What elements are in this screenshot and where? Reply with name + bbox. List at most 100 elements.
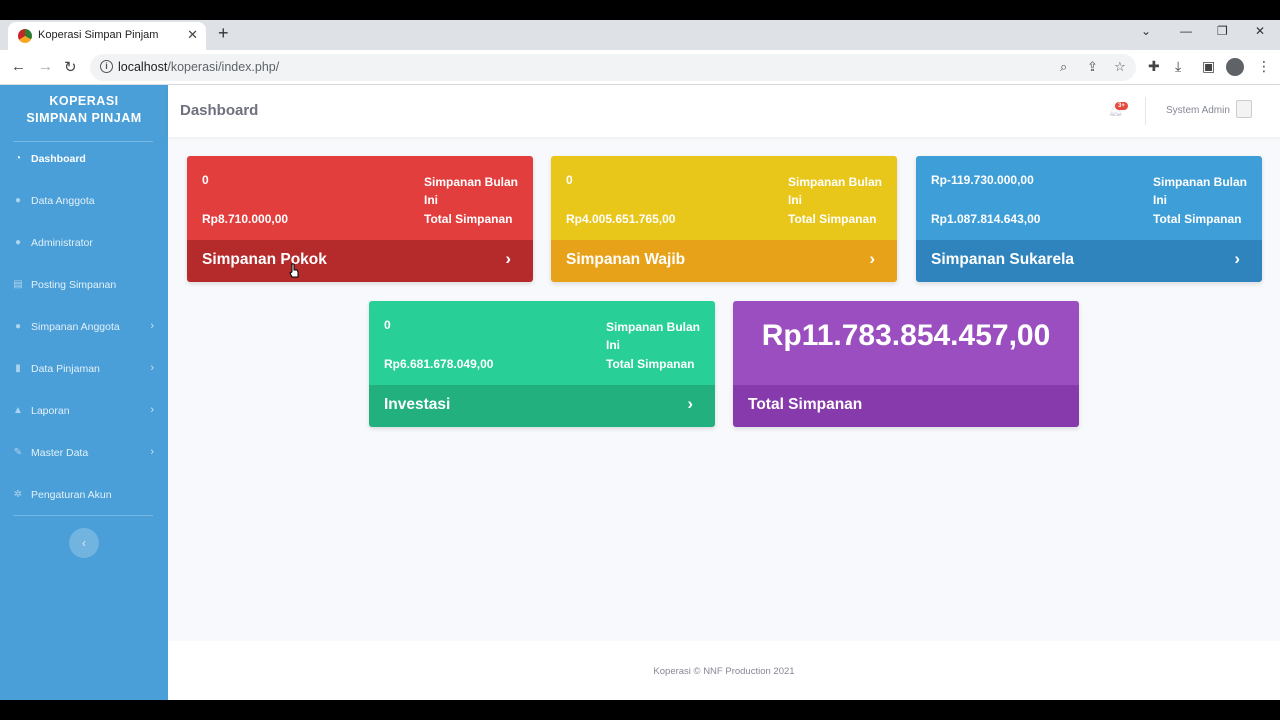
card-title: Simpanan Wajib	[566, 251, 686, 268]
sidebar-item-data-pinjaman[interactable]: ▮ Data Pinjaman ›	[0, 356, 168, 384]
sidebar-item-label: Master Data	[31, 447, 89, 459]
sidebar-item-simpanan-anggota[interactable]: ● Simpanan Anggota ›	[0, 314, 168, 342]
forward-icon[interactable]: →	[38, 58, 53, 75]
card-body: Rp11.783.854.457,00	[733, 301, 1079, 385]
screen: Koperasi Simpan Pinjam ✕ + ⌄ — ❐ ✕ ← → ↻…	[0, 0, 1280, 720]
card-total-simpanan: Rp11.783.854.457,00 Total Simpanan	[733, 301, 1079, 427]
tab-search-icon[interactable]: ⌄	[1141, 24, 1151, 38]
card-simpanan-wajib: 0 Simpanan Bulan Ini Rp4.005.651.765,00 …	[551, 156, 897, 282]
chevron-right-icon: ›	[150, 404, 154, 416]
hand-cursor-icon	[289, 263, 299, 278]
card-title: Simpanan Sukarela	[931, 251, 1075, 268]
user-icon: ●	[14, 321, 22, 332]
sidebar-item-laporan[interactable]: ▲ Laporan ›	[0, 398, 168, 426]
window-close-icon[interactable]: ✕	[1255, 24, 1265, 38]
monthly-value: 0	[202, 173, 209, 187]
address-bar[interactable]: i localhost/koperasi/index.php/ ⌕ ⇪ ☆	[90, 54, 1136, 81]
minimize-icon[interactable]: —	[1180, 24, 1192, 38]
user-name[interactable]: System Admin	[1166, 105, 1230, 116]
sidebar-item-label: Pengaturan Akun	[31, 489, 112, 501]
sidebar: KOPERASI SIMPNAN PINJAM ◔ Dashboard ● Da…	[0, 85, 168, 700]
total-value: Rp6.681.678.049,00	[384, 357, 494, 371]
browser-tab-bar: Koperasi Simpan Pinjam ✕ + ⌄ — ❐ ✕	[0, 20, 1280, 50]
card-title: Total Simpanan	[748, 396, 863, 413]
card-simpanan-pokok: 0 Simpanan Bulan Ini Rp8.710.000,00 Tota…	[187, 156, 533, 282]
card-body: 0 Simpanan Bulan Ini Rp8.710.000,00 Tota…	[187, 156, 533, 240]
sidebar-item-label: Data Pinjaman	[31, 363, 100, 375]
sidebar-item-administrator[interactable]: ● Administrator	[0, 230, 168, 258]
card-title: Simpanan Pokok	[202, 251, 327, 268]
grand-total-value: Rp11.783.854.457,00	[761, 319, 1051, 352]
share-icon[interactable]: ⇪	[1087, 59, 1098, 75]
sidebar-item-label: Simpanan Anggota	[31, 321, 120, 333]
total-label: Total Simpanan	[1153, 212, 1242, 226]
card-title: Investasi	[384, 396, 451, 413]
download-icon[interactable]: ⤓	[1175, 58, 1181, 75]
sidebar-item-label: Laporan	[31, 405, 70, 417]
topbar-divider	[1145, 97, 1146, 125]
extensions-icon[interactable]: ✚	[1148, 58, 1160, 75]
bookmark-star-icon[interactable]: ☆	[1114, 59, 1126, 75]
browser-tab[interactable]: Koperasi Simpan Pinjam ✕	[8, 22, 206, 50]
restore-icon[interactable]: ❐	[1217, 24, 1228, 38]
sidebar-item-data-anggota[interactable]: ● Data Anggota	[0, 188, 168, 216]
sidebar-item-label: Dashboard	[31, 153, 86, 165]
total-label: Total Simpanan	[788, 212, 877, 226]
sidebar-item-pengaturan-akun[interactable]: ✲ Pengaturan Akun	[0, 482, 168, 510]
browser-toolbar: ← → ↻ i localhost/koperasi/index.php/ ⌕ …	[0, 50, 1280, 85]
brand[interactable]: KOPERASI SIMPNAN PINJAM	[0, 93, 168, 127]
sidebar-item-label: Data Anggota	[31, 195, 95, 207]
monthly-value: 0	[566, 173, 573, 187]
chevron-right-icon: ›	[150, 320, 154, 332]
footer: Koperasi © NNF Production 2021	[168, 641, 1280, 700]
sidebar-item-label: Posting Simpanan	[31, 279, 117, 291]
card-footer-link[interactable]: Simpanan Pokok ›	[187, 240, 533, 282]
cogs-icon: ✲	[13, 489, 23, 500]
gauge-icon: ◔	[14, 153, 22, 164]
sidebar-item-dashboard[interactable]: ◔ Dashboard	[0, 146, 168, 174]
card-footer-link[interactable]: Investasi ›	[369, 385, 715, 427]
monthly-value: Rp-119.730.000,00	[931, 173, 1034, 187]
tab-close-icon[interactable]: ✕	[187, 27, 198, 43]
card-footer-link[interactable]: Simpanan Wajib ›	[551, 240, 897, 282]
card-footer: Total Simpanan	[733, 385, 1079, 427]
copyright-text: Koperasi © NNF Production 2021	[653, 666, 795, 677]
avatar[interactable]	[1236, 100, 1252, 118]
monthly-label: Simpanan Bulan Ini	[606, 320, 701, 352]
sidebar-item-posting-simpanan[interactable]: ▤ Posting Simpanan	[0, 272, 168, 300]
card-body: 0 Simpanan Bulan Ini Rp6.681.678.049,00 …	[369, 301, 715, 385]
sidebar-divider	[13, 515, 153, 516]
chevron-right-icon: ›	[1234, 249, 1240, 268]
users-icon: ●	[14, 195, 22, 206]
wrench-icon: ✎	[13, 447, 23, 458]
app: KOPERASI SIMPNAN PINJAM ◔ Dashboard ● Da…	[0, 85, 1280, 700]
site-info-icon[interactable]: i	[100, 60, 113, 73]
card-footer-link[interactable]: Simpanan Sukarela ›	[916, 240, 1262, 282]
monthly-label: Simpanan Bulan Ini	[788, 175, 883, 207]
chevron-right-icon: ›	[687, 394, 693, 413]
card-body: 0 Simpanan Bulan Ini Rp4.005.651.765,00 …	[551, 156, 897, 240]
total-label: Total Simpanan	[606, 357, 695, 371]
new-tab-button[interactable]: +	[218, 23, 229, 44]
back-icon[interactable]: ←	[11, 58, 26, 75]
document-icon: ▮	[15, 363, 21, 374]
chevron-right-icon: ›	[505, 249, 511, 268]
chevron-right-icon: ›	[869, 249, 875, 268]
monthly-label: Simpanan Bulan Ini	[424, 175, 519, 207]
reload-icon[interactable]: ↻	[64, 58, 77, 76]
tab-title: Koperasi Simpan Pinjam	[38, 29, 159, 41]
file-icon: ▤	[13, 279, 23, 290]
notification-badge: 3+	[1115, 102, 1128, 110]
url-text[interactable]: localhost/koperasi/index.php/	[118, 60, 279, 74]
side-panel-icon[interactable]: ▣	[1202, 58, 1215, 75]
chevron-right-icon: ›	[150, 446, 154, 458]
menu-icon[interactable]: ⋮	[1257, 58, 1271, 75]
profile-icon[interactable]	[1226, 58, 1244, 76]
sidebar-toggle-button[interactable]: ‹	[69, 528, 99, 558]
zoom-icon[interactable]: ⌕	[1060, 59, 1067, 75]
total-value: Rp1.087.814.643,00	[931, 212, 1041, 226]
card-simpanan-sukarela: Rp-119.730.000,00 Simpanan Bulan Ini Rp1…	[916, 156, 1262, 282]
card-body: Rp-119.730.000,00 Simpanan Bulan Ini Rp1…	[916, 156, 1262, 240]
sidebar-item-master-data[interactable]: ✎ Master Data ›	[0, 440, 168, 468]
chevron-right-icon: ›	[150, 362, 154, 374]
